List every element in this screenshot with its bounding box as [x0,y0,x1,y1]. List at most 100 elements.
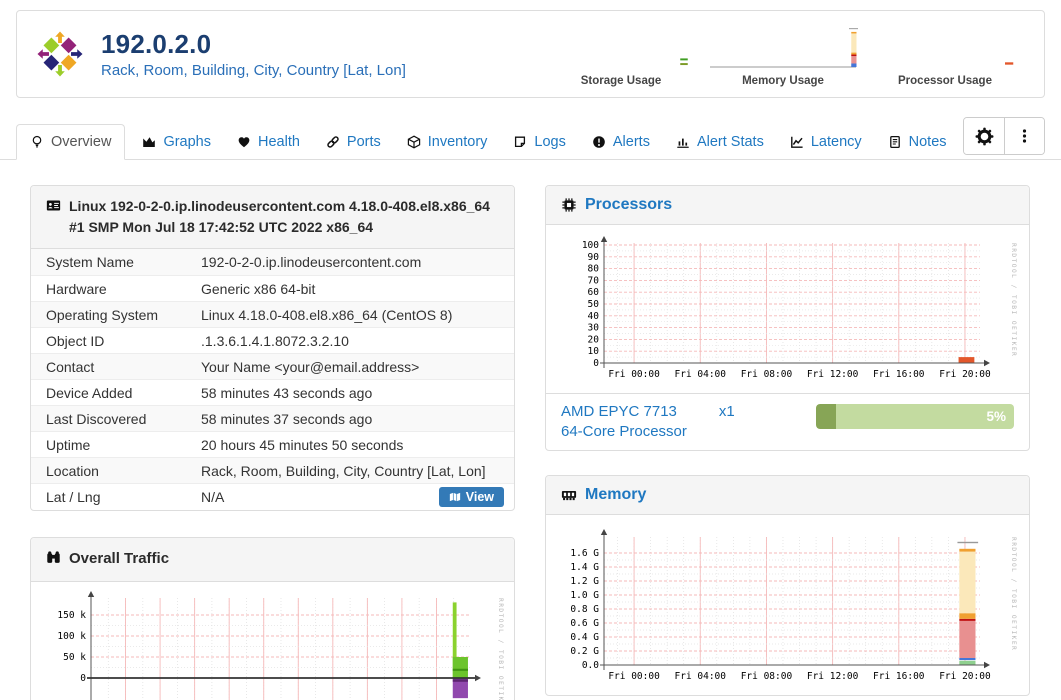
tab-logs[interactable]: Logs [500,125,578,159]
svg-text:1.0 G: 1.0 G [570,590,599,601]
tab-latency-label: Latency [810,134,862,150]
processor-name-link-line2[interactable]: 64-Core Processor [561,422,735,442]
settings-button[interactable] [964,118,1004,154]
tab-overview-label: Overview [51,134,112,150]
svg-text:0.0: 0.0 [582,660,599,671]
device-info-heading-text: Linux 192-0-2-0.ip.linodeusercontent.com… [69,198,490,235]
svg-text:1.6 G: 1.6 G [570,548,599,559]
processor-usage-bar: 5% [816,404,1014,429]
device-header: 192.0.2.0 Rack, Room, Building, City, Co… [16,10,1045,98]
svg-text:RRDTOOL / TOBI OETIKER: RRDTOOL / TOBI OETIKER [1010,243,1017,357]
cpu-usage-percent: 5% [986,409,1006,424]
view-map-button[interactable]: View [438,487,504,507]
overall-traffic-title: Overall Traffic [69,550,170,567]
memory-panel: Memory Fri 00:00 Fri 04:00 Fri 08:00 Fri 12… [545,475,1030,696]
svg-text:0: 0 [593,358,599,369]
tab-graphs[interactable]: Graphs [129,125,224,159]
table-row: Lat / Lng N/A View [31,483,514,510]
left-column: Linux 192-0-2-0.ip.linodeusercontent.com… [30,185,515,700]
svg-text:0.8 G: 0.8 G [570,604,599,615]
tab-alerts[interactable]: Alerts [579,125,663,159]
processors-heading: Processors [546,186,1029,225]
svg-text:10: 10 [588,346,600,357]
storage-usage-minigraph[interactable]: Storage Usage [546,22,696,87]
more-options-button[interactable] [1004,118,1044,154]
svg-text:50: 50 [588,299,600,310]
cube-icon [407,135,420,149]
tab-graphs-label: Graphs [163,134,211,150]
table-row: Uptime 20 hours 45 minutes 50 seconds [31,431,514,457]
table-row: Device Added 58 minutes 43 seconds ago [31,379,514,405]
svg-text:Fri 12:00: Fri 12:00 [807,369,859,380]
processor-usage-label: Processor Usage [898,74,992,87]
processors-graph[interactable]: Fri 00:00 Fri 04:00 Fri 08:00 Fri 12:00 Fri … [546,225,1029,393]
device-location-subtitle: Rack, Room, Building, City, Country [Lat… [101,62,406,79]
tab-inventory[interactable]: Inventory [394,125,501,159]
header-minigraphs: Storage Usage Memory Usage Processor Usa… [546,22,1024,87]
svg-text:50 k: 50 k [63,652,86,663]
tab-overview[interactable]: Overview [16,124,126,160]
processor-count: x1 [718,403,735,420]
device-actions-group [963,117,1045,155]
svg-text:30: 30 [588,323,600,334]
tab-logs-label: Logs [534,134,566,150]
memory-icon [561,491,577,501]
device-info-table: System Name 192-0-2-0.ip.linodeuserconten… [31,249,514,510]
svg-text:0.6 G: 0.6 G [570,618,599,629]
tab-ports[interactable]: Ports [313,125,394,159]
svg-text:Fri 04:00: Fri 04:00 [675,671,727,682]
svg-text:70: 70 [588,275,600,286]
tab-notes[interactable]: Notes [875,125,960,159]
table-row: Object ID .1.3.6.1.4.1.8072.3.2.10 [31,327,514,353]
microchip-icon [562,198,576,212]
svg-text:0: 0 [80,673,86,684]
svg-text:1.4 G: 1.4 G [570,562,599,573]
svg-text:0.2 G: 0.2 G [570,646,599,657]
heartbeat-icon [238,137,250,148]
tab-latency[interactable]: Latency [777,125,875,159]
map-icon [449,492,460,502]
tab-alert-stats[interactable]: Alert Stats [663,125,777,159]
lightbulb-icon [32,135,42,148]
svg-text:Fri 08:00: Fri 08:00 [741,671,793,682]
tab-alerts-label: Alerts [612,134,650,150]
processor-name-link[interactable]: AMD EPYC 7713 [561,402,677,422]
latlng-value: N/A [201,489,225,505]
svg-text:Fri 20:00: Fri 20:00 [939,369,991,380]
device-info-panel: Linux 192-0-2-0.ip.linodeusercontent.com… [30,185,515,511]
table-row: Location Rack, Room, Building, City, Coun… [31,457,514,483]
file-lines-icon [889,135,900,149]
svg-text:Fri 00:00: Fri 00:00 [608,671,660,682]
overall-traffic-panel: Overall Traffic 0 50 k 100 k 150 k RRDTOOL /… [30,537,515,700]
svg-text:1.2 G: 1.2 G [570,576,599,587]
svg-text:40: 40 [588,311,600,322]
processors-panel: Processors Fri 00:00 Fri 04:00 Fri 08:00 Fr… [545,185,1030,451]
memory-usage-minigraph[interactable]: Memory Usage [708,22,858,87]
link-icon [327,136,339,148]
memory-usage-label: Memory Usage [742,74,824,87]
chart-area-icon [143,137,156,147]
svg-text:100: 100 [582,240,599,251]
line-chart-icon [790,136,803,148]
storage-usage-label: Storage Usage [580,74,662,87]
memory-usage-sparkline [710,27,858,67]
centos-logo-icon [37,31,83,77]
id-card-icon [46,200,61,211]
svg-text:Fri 16:00: Fri 16:00 [873,369,925,380]
svg-text:80: 80 [588,264,600,275]
table-row: Last Discovered 58 minutes 37 seconds ago [31,405,514,431]
processor-usage-minigraph[interactable]: Processor Usage [870,22,1020,87]
memory-graph[interactable]: Fri 00:00 Fri 04:00 Fri 08:00 Fri 12:00 Fri … [546,515,1029,695]
tab-ports-label: Ports [346,134,381,150]
binoculars-icon [47,551,60,563]
overall-traffic-graph[interactable]: 0 50 k 100 k 150 k RRDTOOL / TOBI OETIKER [31,582,514,700]
sticky-note-icon [515,136,526,148]
cpu-usage-fill [816,404,836,429]
storage-usage-sparkline [680,57,688,65]
tab-health[interactable]: Health [224,125,313,159]
svg-text:Fri 20:00: Fri 20:00 [939,671,991,682]
svg-text:Fri 12:00: Fri 12:00 [807,671,859,682]
kebab-menu-icon [1022,129,1027,143]
table-row: Operating System Linux 4.18.0-408.el8.x86… [31,301,514,327]
device-info-heading: Linux 192-0-2-0.ip.linodeusercontent.com… [31,186,514,249]
